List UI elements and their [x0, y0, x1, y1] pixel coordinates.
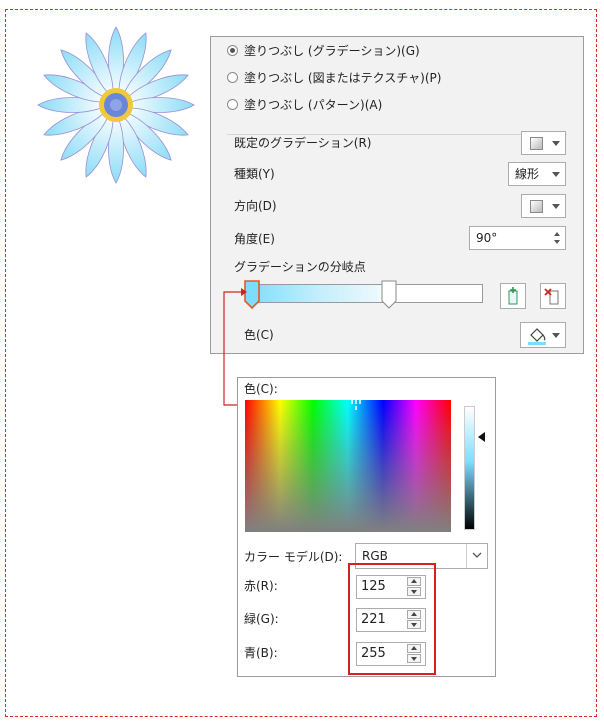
model-dropdown-button[interactable]	[466, 544, 487, 568]
color-spectrum[interactable]	[245, 400, 451, 532]
picker-title: 色(C):	[244, 382, 278, 396]
rgb-highlight-box	[348, 563, 436, 675]
chevron-down-icon	[472, 552, 482, 558]
green-label: 緑(G):	[244, 612, 279, 626]
blue-label: 青(B):	[244, 646, 278, 660]
red-label: 赤(R):	[244, 579, 278, 593]
luminance-slider[interactable]	[464, 406, 475, 530]
spectrum-crosshair-icon	[351, 400, 361, 410]
model-label: カラー モデル(D):	[244, 550, 343, 564]
luminance-pointer-icon[interactable]	[478, 432, 486, 442]
